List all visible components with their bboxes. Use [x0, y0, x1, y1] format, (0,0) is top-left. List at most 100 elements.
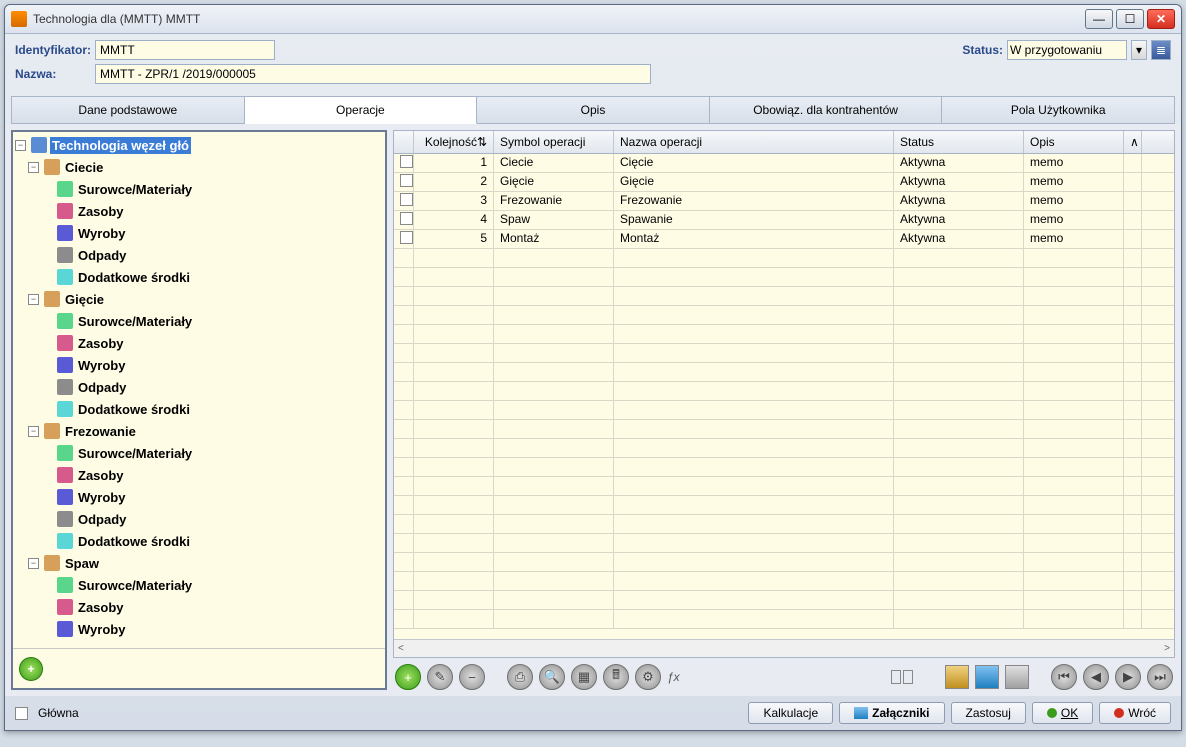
col-kolejnosc[interactable]: Kolejność⇅: [414, 131, 494, 153]
tree-child-label[interactable]: Zasoby: [76, 599, 126, 616]
tree-child-node[interactable]: Surowce/Materiały: [15, 310, 383, 332]
maximize-button[interactable]: ☐: [1116, 9, 1144, 29]
col-checkbox[interactable]: [394, 131, 414, 153]
toolbar-fx-label[interactable]: ƒx: [667, 670, 680, 684]
grid-row[interactable]: 4SpawSpawanieAktywnamemo: [394, 211, 1174, 230]
tree-child-label[interactable]: Odpady: [76, 247, 128, 264]
tree-child-label[interactable]: Surowce/Materiały: [76, 445, 194, 462]
toolbar-save-icon[interactable]: [1005, 665, 1029, 689]
minimize-button[interactable]: —: [1085, 9, 1113, 29]
toolbar-nav-last-icon[interactable]: ⏭: [1147, 664, 1173, 690]
glowna-checkbox[interactable]: [15, 707, 28, 720]
col-status[interactable]: Status: [894, 131, 1024, 153]
tree-child-node[interactable]: Dodatkowe środki: [15, 530, 383, 552]
tree-child-node[interactable]: Wyroby: [15, 222, 383, 244]
toolbar-nav-first-icon[interactable]: ⏮: [1051, 664, 1077, 690]
tree-child-label[interactable]: Wyroby: [76, 225, 127, 242]
grid-row[interactable]: 1CiecieCięcieAktywnamemo: [394, 154, 1174, 173]
expand-icon[interactable]: −: [15, 140, 26, 151]
wroc-button[interactable]: Wróć: [1099, 702, 1171, 724]
toolbar-add-button[interactable]: +: [395, 664, 421, 690]
toolbar-calc-icon[interactable]: 🖩: [603, 664, 629, 690]
grid-row[interactable]: 5MontażMontażAktywnamemo: [394, 230, 1174, 249]
row-checkbox[interactable]: [400, 155, 413, 168]
tab-opis[interactable]: Opis: [477, 96, 710, 124]
expand-icon[interactable]: −: [28, 162, 39, 173]
grid-row[interactable]: 2GięcieGięcieAktywnamemo: [394, 173, 1174, 192]
toolbar-edit-button[interactable]: ✎: [427, 664, 453, 690]
close-button[interactable]: ✕: [1147, 9, 1175, 29]
tree-child-node[interactable]: Zasoby: [15, 464, 383, 486]
toolbar-nav-prev-icon[interactable]: ◀: [1083, 664, 1109, 690]
tree-operation-label[interactable]: Frezowanie: [63, 423, 138, 440]
toolbar-gear-icon[interactable]: ⚙: [635, 664, 661, 690]
grid-body[interactable]: 1CiecieCięcieAktywnamemo2GięcieGięcieAkt…: [394, 154, 1174, 639]
kalkulacje-button[interactable]: Kalkulacje: [748, 702, 833, 724]
tree-scroll[interactable]: −Technologia węzeł głó−CiecieSurowce/Mat…: [13, 132, 385, 648]
row-checkbox[interactable]: [400, 231, 413, 244]
tab-dane-podstawowe[interactable]: Dane podstawowe: [11, 96, 245, 124]
grid-scroll-up[interactable]: ∧: [1124, 131, 1142, 153]
tree-child-label[interactable]: Zasoby: [76, 467, 126, 484]
tree-child-node[interactable]: Wyroby: [15, 354, 383, 376]
col-nazwa[interactable]: Nazwa operacji: [614, 131, 894, 153]
tree-child-label[interactable]: Surowce/Materiały: [76, 181, 194, 198]
tree-child-node[interactable]: Dodatkowe środki: [15, 266, 383, 288]
tree-child-label[interactable]: Odpady: [76, 379, 128, 396]
tree-root-label[interactable]: Technologia węzeł głó: [50, 137, 191, 154]
tree-root-node[interactable]: − Technologia węzeł głó: [15, 134, 383, 156]
tree-operation-node[interactable]: −Spaw: [15, 552, 383, 574]
grid-row[interactable]: 3FrezowanieFrezowanieAktywnamemo: [394, 192, 1174, 211]
tree-child-node[interactable]: Surowce/Materiały: [15, 442, 383, 464]
tree-child-node[interactable]: Wyroby: [15, 486, 383, 508]
tree-child-label[interactable]: Odpady: [76, 511, 128, 528]
tree-operation-label[interactable]: Gięcie: [63, 291, 106, 308]
toolbar-panes-icon[interactable]: [891, 670, 913, 684]
tree-child-node[interactable]: Surowce/Materiały: [15, 178, 383, 200]
tree-child-label[interactable]: Dodatkowe środki: [76, 269, 192, 286]
ok-button[interactable]: OK: [1032, 702, 1093, 724]
tree-child-label[interactable]: Wyroby: [76, 357, 127, 374]
tab-obowiaz-kontrahentow[interactable]: Obowiąz. dla kontrahentów: [710, 96, 943, 124]
row-checkbox[interactable]: [400, 212, 413, 225]
toolbar-grid-icon[interactable]: ▦: [571, 664, 597, 690]
tree-add-button[interactable]: +: [19, 657, 43, 681]
tree-operation-label[interactable]: Spaw: [63, 555, 101, 572]
tree-child-node[interactable]: Zasoby: [15, 332, 383, 354]
titlebar[interactable]: Technologia dla (MMTT) MMTT — ☐ ✕: [5, 5, 1181, 34]
status-list-button[interactable]: ≣: [1151, 40, 1171, 60]
col-symbol[interactable]: Symbol operacji: [494, 131, 614, 153]
zalaczniki-button[interactable]: Załączniki: [839, 702, 944, 724]
tree-child-label[interactable]: Dodatkowe środki: [76, 533, 192, 550]
tree-child-node[interactable]: Wyroby: [15, 618, 383, 640]
tree-child-node[interactable]: Odpady: [15, 244, 383, 266]
tree-child-label[interactable]: Surowce/Materiały: [76, 577, 194, 594]
tree-operation-label[interactable]: Ciecie: [63, 159, 105, 176]
tree-child-node[interactable]: Zasoby: [15, 596, 383, 618]
tree-child-label[interactable]: Surowce/Materiały: [76, 313, 194, 330]
expand-icon[interactable]: −: [28, 426, 39, 437]
status-dropdown-icon[interactable]: ▾: [1131, 40, 1147, 60]
tree-child-node[interactable]: Dodatkowe środki: [15, 398, 383, 420]
toolbar-doc1-icon[interactable]: [945, 665, 969, 689]
tree-child-label[interactable]: Dodatkowe środki: [76, 401, 192, 418]
tree-child-node[interactable]: Surowce/Materiały: [15, 574, 383, 596]
nazwa-input[interactable]: [95, 64, 651, 84]
toolbar-doc2-icon[interactable]: [975, 665, 999, 689]
row-checkbox[interactable]: [400, 193, 413, 206]
tree-operation-node[interactable]: − Frezowanie: [15, 420, 383, 442]
tree-operation-node[interactable]: −Gięcie: [15, 288, 383, 310]
status-select[interactable]: [1007, 40, 1127, 60]
identyfikator-input[interactable]: [95, 40, 275, 60]
tab-pola-uzytkownika[interactable]: Pola Użytkownika: [942, 96, 1175, 124]
tree-operation-node[interactable]: − Ciecie: [15, 156, 383, 178]
row-checkbox[interactable]: [400, 174, 413, 187]
grid-horizontal-scroll[interactable]: <>: [394, 639, 1174, 657]
tree-child-node[interactable]: Odpady: [15, 508, 383, 530]
tree-child-label[interactable]: Wyroby: [76, 621, 127, 638]
toolbar-search-icon[interactable]: 🔍: [539, 664, 565, 690]
tree-child-label[interactable]: Zasoby: [76, 335, 126, 352]
toolbar-nav-next-icon[interactable]: ▶: [1115, 664, 1141, 690]
col-opis[interactable]: Opis: [1024, 131, 1124, 153]
tree-child-node[interactable]: Odpady: [15, 376, 383, 398]
